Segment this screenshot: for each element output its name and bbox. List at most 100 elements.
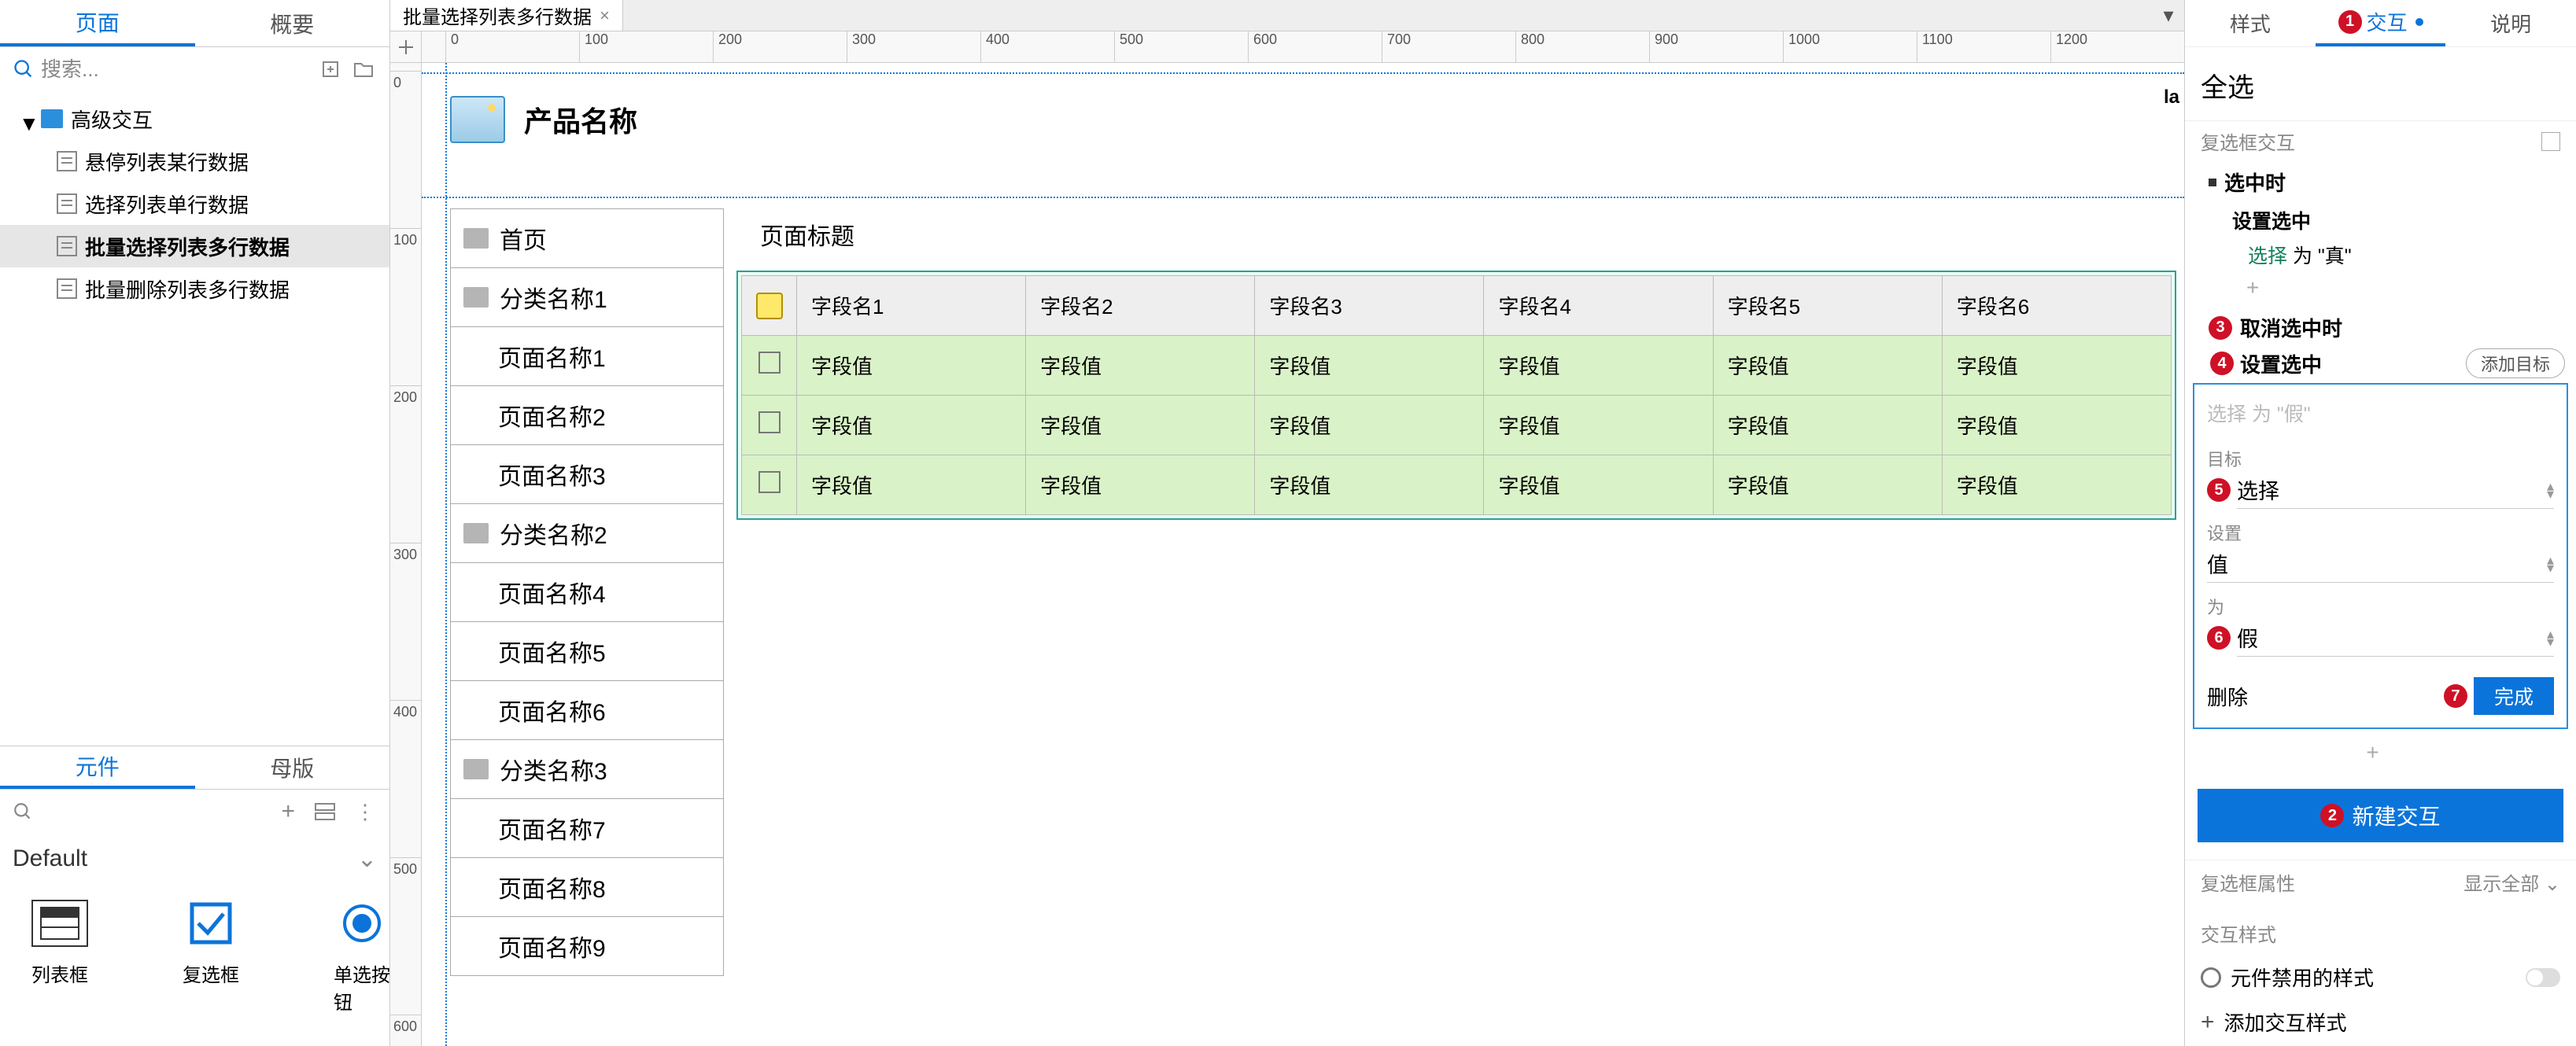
nav-category[interactable]: 首页 bbox=[450, 208, 724, 268]
table-cell[interactable]: 字段值 bbox=[797, 455, 1026, 515]
table-cell[interactable]: 字段值 bbox=[1713, 336, 1942, 396]
table-cell[interactable]: 字段值 bbox=[797, 336, 1026, 396]
ruler-horizontal[interactable]: 0100200300400500600700800900100011001200 bbox=[422, 31, 2184, 62]
nav-page[interactable]: 页面名称1 bbox=[450, 326, 724, 386]
row-checkbox-cell[interactable] bbox=[742, 336, 797, 396]
checkbox-icon[interactable] bbox=[758, 411, 781, 433]
add-style-row[interactable]: + 添加交互样式 bbox=[2185, 1000, 2576, 1044]
table-cell[interactable]: 字段值 bbox=[1484, 455, 1713, 515]
table-cell[interactable]: 字段值 bbox=[1255, 336, 1484, 396]
nav-page[interactable]: 页面名称3 bbox=[450, 444, 724, 504]
tab-interactions[interactable]: 1 交互 bbox=[2316, 0, 2446, 46]
tab-widgets[interactable]: 元件 bbox=[0, 746, 195, 789]
table-cell[interactable]: 字段值 bbox=[1026, 336, 1255, 396]
table-cell[interactable]: 字段值 bbox=[1026, 396, 1255, 455]
table-header[interactable]: 字段名5 bbox=[1713, 276, 1942, 336]
tab-pages[interactable]: 页面 bbox=[0, 0, 195, 46]
tabs-menu-button[interactable]: ▾ bbox=[2153, 0, 2184, 31]
checkbox-icon[interactable] bbox=[758, 352, 781, 374]
nav-category[interactable]: 分类名称3 bbox=[450, 739, 724, 799]
tree-page-item[interactable]: 悬停列表某行数据 bbox=[0, 140, 389, 182]
action-set-selected[interactable]: 设置选中 bbox=[2185, 203, 2576, 238]
set-select[interactable]: 值 ▴▾ bbox=[2207, 545, 2554, 583]
library-select[interactable]: Default ⌄ bbox=[0, 834, 389, 884]
trigger-on-select[interactable]: 选中时 bbox=[2185, 161, 2576, 203]
page-search-input[interactable] bbox=[41, 57, 311, 82]
table-header-dynamic[interactable] bbox=[742, 276, 797, 336]
table-cell[interactable]: 字段值 bbox=[1713, 396, 1942, 455]
table-cell[interactable]: 字段值 bbox=[1255, 455, 1484, 515]
disabled-style-row[interactable]: 元件禁用的样式 bbox=[2185, 955, 2576, 1000]
trigger-on-unselect[interactable]: 3 取消选中时 bbox=[2185, 307, 2576, 348]
add-target-button[interactable]: 添加目标 bbox=[2466, 348, 2565, 378]
document-tab[interactable]: 批量选择列表多行数据 × bbox=[390, 0, 623, 31]
target-select[interactable]: 选择 ▴▾ bbox=[2237, 471, 2554, 509]
nav-category[interactable]: 分类名称1 bbox=[450, 267, 724, 327]
table-cell[interactable]: 字段值 bbox=[1942, 455, 2171, 515]
table-cell[interactable]: 字段值 bbox=[1713, 455, 1942, 515]
tab-notes[interactable]: 说明 bbox=[2445, 0, 2576, 46]
table-header[interactable]: 字段名2 bbox=[1026, 276, 1255, 336]
close-icon[interactable]: × bbox=[600, 6, 610, 26]
nav-page[interactable]: 页面名称2 bbox=[450, 385, 724, 445]
table-row[interactable]: 字段值字段值字段值字段值字段值字段值 bbox=[742, 396, 2172, 455]
table-header[interactable]: 字段名1 bbox=[797, 276, 1026, 336]
to-select[interactable]: 假 ▴▾ bbox=[2237, 619, 2554, 657]
nav-page[interactable]: 页面名称4 bbox=[450, 562, 724, 622]
row-checkbox-cell[interactable] bbox=[742, 396, 797, 455]
nav-page[interactable]: 页面名称6 bbox=[450, 680, 724, 740]
tree-page-item[interactable]: 批量删除列表多行数据 bbox=[0, 267, 389, 310]
nav-page[interactable]: 页面名称8 bbox=[450, 857, 724, 917]
table-row[interactable]: 字段值字段值字段值字段值字段值字段值 bbox=[742, 336, 2172, 396]
more-icon[interactable]: ⋮ bbox=[355, 800, 377, 824]
tree-folder-root[interactable]: ▼ 高级交互 bbox=[0, 98, 389, 140]
table-cell[interactable]: 字段值 bbox=[1942, 396, 2171, 455]
table-cell[interactable]: 字段值 bbox=[1255, 396, 1484, 455]
product-title[interactable]: 产品名称 bbox=[524, 99, 637, 140]
widget-radio[interactable]: 单选按钮 bbox=[334, 900, 390, 1015]
ruler-vertical[interactable]: 0100200300400500600 bbox=[390, 63, 422, 1046]
action-description[interactable]: 选择 为 "真" bbox=[2185, 238, 2576, 272]
element-name[interactable]: 全选 bbox=[2185, 57, 2576, 120]
done-button[interactable]: 完成 bbox=[2474, 677, 2554, 715]
table-cell[interactable]: 字段值 bbox=[797, 396, 1026, 455]
delete-action-button[interactable]: 删除 bbox=[2207, 682, 2248, 711]
data-table[interactable]: 字段名1字段名2字段名3字段名4字段名5字段名6 字段值字段值字段值字段值字段值… bbox=[741, 275, 2172, 515]
nav-page[interactable]: 页面名称9 bbox=[450, 916, 724, 976]
tab-summary[interactable]: 概要 bbox=[195, 0, 390, 46]
widget-listbox[interactable]: 列表框 bbox=[31, 900, 88, 1015]
tab-style[interactable]: 样式 bbox=[2185, 0, 2316, 46]
tree-page-item-selected[interactable]: 批量选择列表多行数据 bbox=[0, 225, 389, 267]
table-cell[interactable]: 字段值 bbox=[1484, 396, 1713, 455]
add-action-plus[interactable]: + bbox=[2185, 272, 2576, 307]
new-interaction-button[interactable]: 2 新建交互 bbox=[2198, 789, 2563, 842]
table-cell[interactable]: 字段值 bbox=[1484, 336, 1713, 396]
expand-icon[interactable] bbox=[2541, 132, 2560, 151]
table-header[interactable]: 字段名4 bbox=[1484, 276, 1713, 336]
checkbox-icon[interactable] bbox=[758, 471, 781, 493]
canvas[interactable]: la 产品名称 首页分类名称1页面名称1页面名称2页面名称3分类名称2页面名称4… bbox=[422, 63, 2184, 1046]
nav-category[interactable]: 分类名称2 bbox=[450, 503, 724, 563]
add-library-button[interactable]: + bbox=[281, 798, 295, 825]
toggle-switch[interactable] bbox=[2526, 968, 2560, 987]
table-header[interactable]: 字段名6 bbox=[1942, 276, 2171, 336]
row-checkbox-cell[interactable] bbox=[742, 455, 797, 515]
table-row[interactable]: 字段值字段值字段值字段值字段值字段值 bbox=[742, 455, 2172, 515]
widget-checkbox[interactable]: 复选框 bbox=[183, 900, 239, 1015]
ruler-corner[interactable] bbox=[390, 31, 422, 63]
rows-icon[interactable] bbox=[314, 802, 336, 821]
image-placeholder-icon[interactable] bbox=[450, 96, 505, 143]
add-folder-button[interactable] bbox=[350, 56, 377, 83]
show-all-link[interactable]: 显示全部 ⌄ bbox=[2463, 868, 2560, 896]
nav-page[interactable]: 页面名称5 bbox=[450, 621, 724, 681]
table-cell[interactable]: 字段值 bbox=[1942, 336, 2171, 396]
action-set-selected-2[interactable]: 设置选中 bbox=[2240, 349, 2322, 378]
tree-page-item[interactable]: 选择列表单行数据 bbox=[0, 182, 389, 225]
content-title[interactable]: 页面标题 bbox=[736, 209, 2176, 271]
table-cell[interactable]: 字段值 bbox=[1026, 455, 1255, 515]
nav-page[interactable]: 页面名称7 bbox=[450, 798, 724, 858]
add-case-plus[interactable]: + bbox=[2185, 737, 2576, 772]
search-icon[interactable] bbox=[13, 801, 33, 822]
tab-masters[interactable]: 母版 bbox=[195, 746, 390, 789]
table-header[interactable]: 字段名3 bbox=[1255, 276, 1484, 336]
